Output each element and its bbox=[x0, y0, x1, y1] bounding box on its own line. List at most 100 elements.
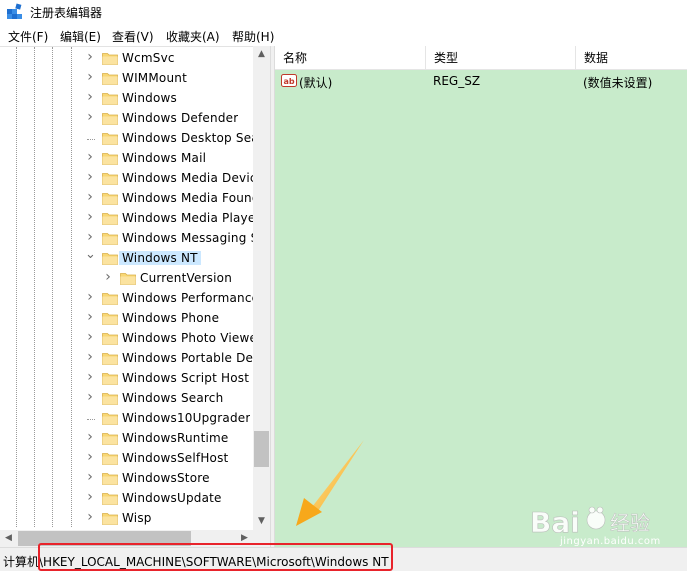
chevron-right-icon[interactable]: › bbox=[85, 290, 95, 304]
tree-item[interactable]: › Windows Performance bbox=[0, 289, 253, 309]
tree-item[interactable]: ⌄ Windows NT bbox=[0, 248, 253, 269]
chevron-right-icon[interactable]: › bbox=[85, 490, 95, 504]
vertical-scroll-thumb[interactable] bbox=[254, 431, 269, 467]
folder-icon bbox=[102, 93, 118, 105]
tree-item[interactable]: › Windows Media Found bbox=[0, 189, 253, 209]
tree-item[interactable]: › Windows Phone bbox=[0, 309, 253, 329]
chevron-right-icon[interactable]: › bbox=[85, 330, 95, 344]
chevron-right-icon[interactable]: › bbox=[85, 390, 95, 404]
tree-item[interactable]: › Windows Script Host bbox=[0, 369, 253, 389]
chevron-right-icon[interactable]: › bbox=[103, 270, 113, 284]
tree-item-label: Windows Portable Dev bbox=[122, 351, 253, 365]
tree-item-label: WindowsRuntime bbox=[122, 431, 229, 445]
tree-connector-line bbox=[87, 419, 95, 420]
tree-vertical-scrollbar[interactable]: ▲ ▼ bbox=[253, 46, 270, 530]
menu-file[interactable]: 文件(F) bbox=[8, 28, 48, 45]
tree-item[interactable]: › Windows Messaging S bbox=[0, 229, 253, 249]
menu-help[interactable]: 帮助(H) bbox=[232, 28, 274, 45]
tree-item-label: WindowsStore bbox=[122, 471, 210, 485]
chevron-right-icon[interactable]: › bbox=[85, 310, 95, 324]
folder-icon bbox=[102, 413, 118, 425]
chevron-right-icon[interactable]: › bbox=[85, 50, 95, 64]
tree-item-label: Windows Media Player bbox=[122, 211, 253, 225]
tree-item-label: Windows Script Host bbox=[122, 371, 250, 385]
tree-item-label: Windows NT bbox=[119, 251, 201, 265]
tree-item[interactable]: Windows10Upgrader bbox=[0, 409, 253, 429]
value-type: REG_SZ bbox=[433, 74, 481, 88]
svg-text:经验: 经验 bbox=[610, 511, 650, 535]
tree-item[interactable]: › WindowsSelfHost bbox=[0, 449, 253, 469]
tree-item[interactable]: › Windows Search bbox=[0, 389, 253, 409]
tree-connector-line bbox=[87, 139, 95, 140]
tree-item[interactable]: › Windows bbox=[0, 89, 253, 109]
values-list[interactable]: 名称 类型 数据 ab (默认) REG_SZ (数值未设置) bbox=[275, 46, 687, 547]
chevron-right-icon[interactable]: › bbox=[85, 110, 95, 124]
registry-tree[interactable]: › WcmSvc › WIMMount › Windows › Windows Defende… bbox=[0, 46, 270, 546]
folder-icon bbox=[102, 333, 118, 345]
scroll-down-icon[interactable]: ▼ bbox=[253, 513, 270, 530]
list-item[interactable]: ab (默认) REG_SZ (数值未设置) bbox=[275, 72, 687, 92]
value-name: (默认) bbox=[299, 76, 333, 90]
tree-item[interactable]: › Windows Photo Viewe bbox=[0, 329, 253, 349]
tree-item-label: Windows Photo Viewe bbox=[122, 331, 253, 345]
tree-item[interactable]: › Windows Defender bbox=[0, 109, 253, 129]
folder-icon bbox=[102, 353, 118, 365]
chevron-down-icon[interactable]: ⌄ bbox=[85, 248, 96, 261]
chevron-right-icon[interactable]: › bbox=[85, 450, 95, 464]
chevron-right-icon[interactable]: › bbox=[85, 350, 95, 364]
scroll-left-icon[interactable]: ◀ bbox=[0, 530, 17, 547]
column-header-type[interactable]: 类型 bbox=[426, 46, 576, 70]
chevron-right-icon[interactable]: › bbox=[85, 170, 95, 184]
tree-item[interactable]: › WindowsUpdate bbox=[0, 489, 253, 509]
tree-item-label: Windows Defender bbox=[122, 111, 239, 125]
path-highlight-box bbox=[38, 543, 393, 571]
menu-edit[interactable]: 编辑(E) bbox=[60, 28, 101, 45]
column-header-name[interactable]: 名称 bbox=[275, 46, 426, 70]
tree-item[interactable]: › CurrentVersion bbox=[0, 269, 253, 289]
registry-editor-icon bbox=[7, 3, 22, 19]
tree-item[interactable]: › WindowsStore bbox=[0, 469, 253, 489]
folder-icon bbox=[102, 513, 118, 525]
tree-item[interactable]: › Windows Media Player bbox=[0, 209, 253, 229]
tree-item[interactable]: › Wisp bbox=[0, 509, 253, 529]
tree-item[interactable]: › Windows Media Devic bbox=[0, 169, 253, 189]
folder-icon bbox=[102, 493, 118, 505]
folder-icon bbox=[102, 373, 118, 385]
chevron-right-icon[interactable]: › bbox=[85, 510, 95, 524]
chevron-right-icon[interactable]: › bbox=[85, 470, 95, 484]
tree-item-label: Windows Phone bbox=[122, 311, 220, 325]
tree-item[interactable]: › WcmSvc bbox=[0, 49, 253, 69]
menu-bar: 文件(F) 编辑(E) 查看(V) 收藏夹(A) 帮助(H) bbox=[0, 24, 687, 46]
window-title: 注册表编辑器 bbox=[30, 6, 103, 20]
tree-item-label: Windows Media Devic bbox=[122, 171, 253, 185]
tree-item[interactable]: › Windows Mail bbox=[0, 149, 253, 169]
chevron-right-icon[interactable]: › bbox=[85, 90, 95, 104]
tree-item[interactable]: › WIMMount bbox=[0, 69, 253, 89]
chevron-right-icon[interactable]: › bbox=[85, 190, 95, 204]
menu-view[interactable]: 查看(V) bbox=[112, 28, 154, 45]
chevron-right-icon[interactable]: › bbox=[85, 430, 95, 444]
tree-item-label: Windows Search bbox=[122, 391, 224, 405]
tree-item-label: Windows10Upgrader bbox=[122, 411, 251, 425]
tree-item[interactable]: Windows Desktop Sea bbox=[0, 129, 253, 149]
folder-icon bbox=[102, 313, 118, 325]
tree-item[interactable]: › Windows Portable Dev bbox=[0, 349, 253, 369]
column-header-data[interactable]: 数据 bbox=[576, 46, 687, 70]
tree-item-label: Wisp bbox=[122, 511, 152, 525]
tree-item-label: WIMMount bbox=[122, 71, 187, 85]
menu-favorites[interactable]: 收藏夹(A) bbox=[166, 28, 220, 45]
tree-item[interactable]: › WindowsRuntime bbox=[0, 429, 253, 449]
tree-item-label: Windows bbox=[122, 91, 177, 105]
scroll-up-icon[interactable]: ▲ bbox=[253, 46, 270, 63]
chevron-right-icon[interactable]: › bbox=[85, 210, 95, 224]
tree-item-label: WindowsUpdate bbox=[122, 491, 222, 505]
chevron-right-icon[interactable]: › bbox=[85, 230, 95, 244]
chevron-right-icon[interactable]: › bbox=[85, 370, 95, 384]
chevron-right-icon[interactable]: › bbox=[85, 150, 95, 164]
chevron-right-icon[interactable]: › bbox=[85, 70, 95, 84]
tree-item-label: WindowsSelfHost bbox=[122, 451, 229, 465]
title-bar: 注册表编辑器 bbox=[0, 0, 687, 24]
svg-text:Bai: Bai bbox=[530, 506, 580, 539]
folder-icon bbox=[102, 193, 118, 205]
tree-item-label: Windows Messaging S bbox=[122, 231, 253, 245]
